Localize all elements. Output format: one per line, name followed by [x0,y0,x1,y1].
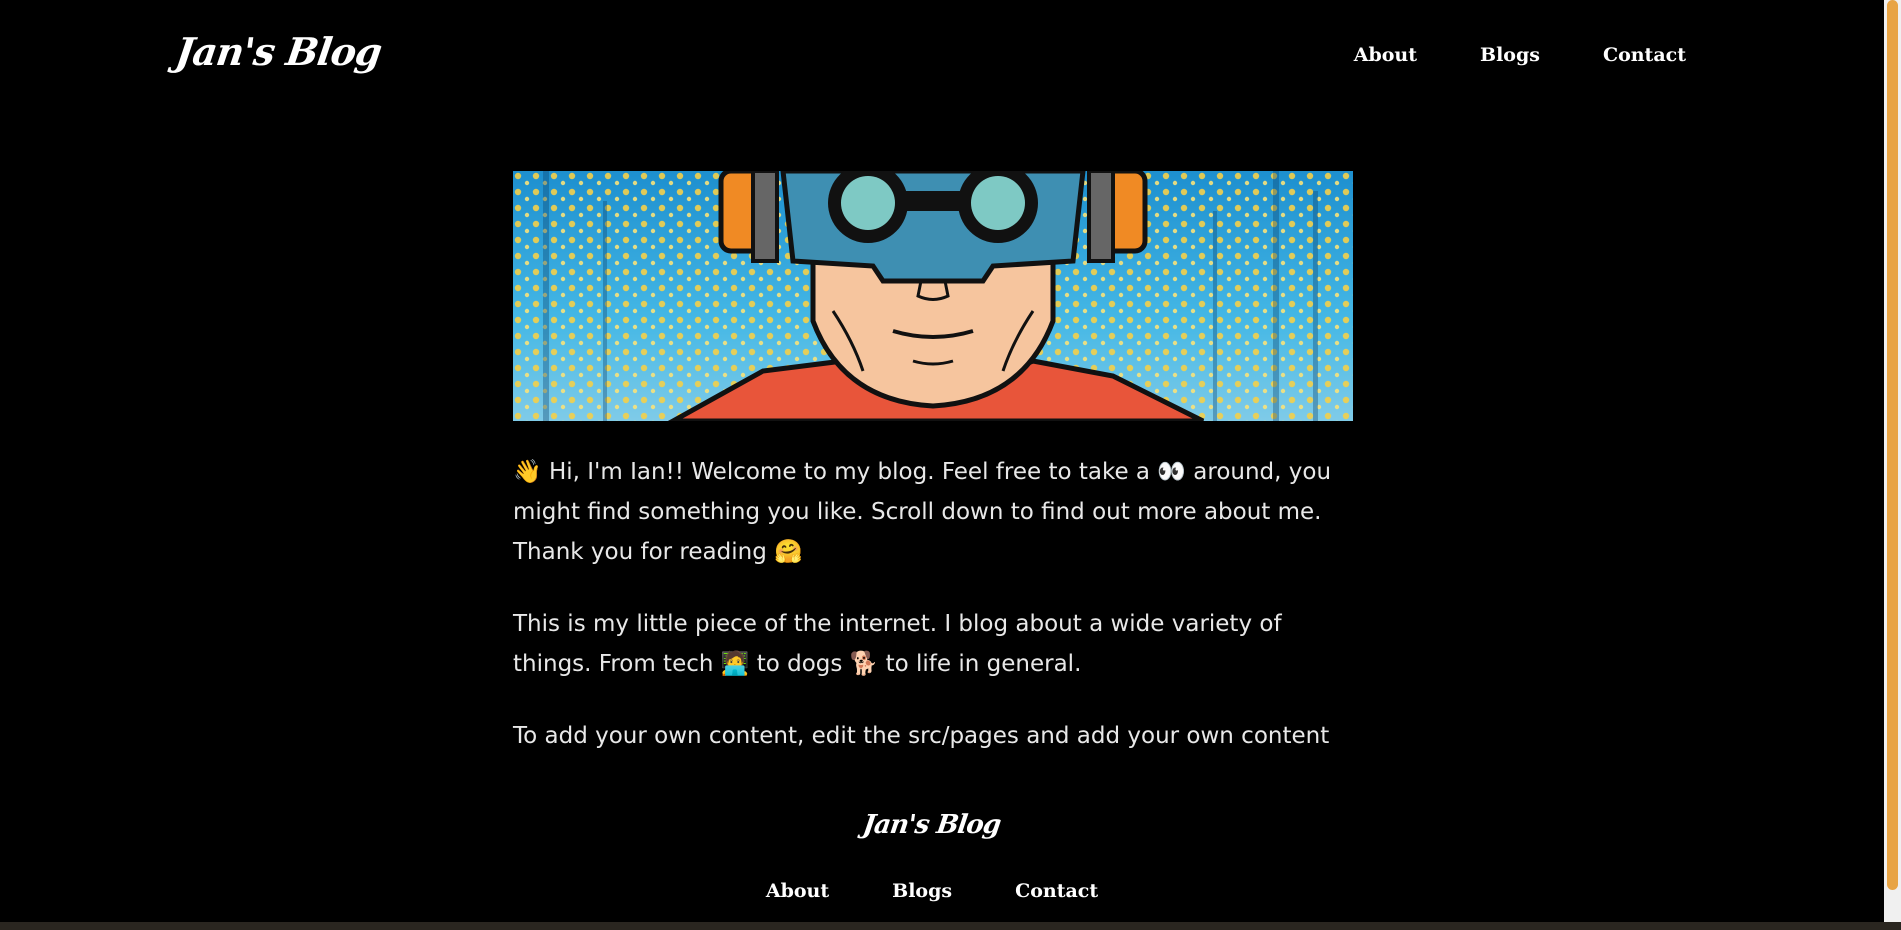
footer-nav-item-about[interactable]: About [766,878,829,904]
hero-image [513,171,1353,421]
footer-nav-item-contact[interactable]: Contact [1015,878,1098,904]
page: Jan's Blog About Blogs Contact 👋 Hi, I'm… [0,0,1884,922]
site-header: Jan's Blog About Blogs Contact [0,0,1884,112]
about-paragraph: This is my little piece of the internet.… [513,611,1282,677]
footer-logo[interactable]: Jan's Blog [0,810,1864,840]
scrollbar-thumb[interactable] [1887,0,1898,890]
bottom-strip [0,922,1901,930]
main-nav: About Blogs Contact [1354,42,1686,68]
footer-nav-item-blogs[interactable]: Blogs [892,878,952,904]
vertical-scrollbar[interactable] [1884,0,1901,922]
nav-item-about[interactable]: About [1354,42,1417,68]
instructions-paragraph: To add your own content, edit the src/pa… [513,723,1330,749]
main-content: 👋 Hi, I'm Ian!! Welcome to my blog. Feel… [513,452,1363,788]
intro-paragraph: 👋 Hi, I'm Ian!! Welcome to my blog. Feel… [513,459,1332,565]
site-logo[interactable]: Jan's Blog [173,28,385,76]
nav-item-contact[interactable]: Contact [1603,42,1686,68]
comic-avatar-image [513,171,1353,421]
nav-item-blogs[interactable]: Blogs [1480,42,1540,68]
footer-nav: About Blogs Contact [0,878,1864,904]
